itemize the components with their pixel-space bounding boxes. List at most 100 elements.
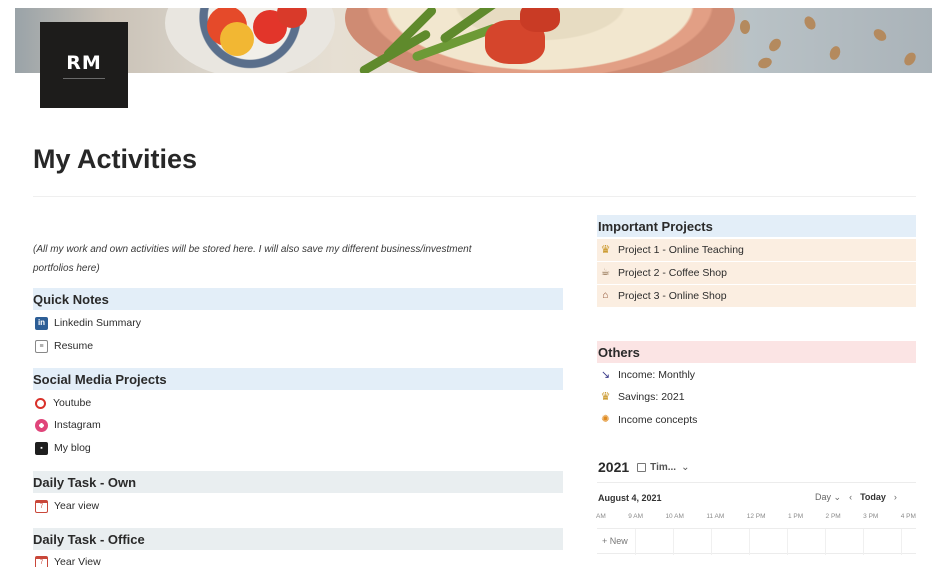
document-icon: ≡ [35,339,48,353]
grid-line [787,529,788,555]
link-savings-2021[interactable]: ♛ Savings: 2021 [599,388,685,406]
section-title: Others [598,344,640,360]
section-title: Quick Notes [33,291,109,307]
cover-tomato [220,22,254,56]
plus-icon: + [602,536,608,546]
timeline-hours: AM 9 AM 10 AM 11 AM 12 PM 1 PM 2 PM 3 PM… [596,513,916,520]
timeline-header: 2021 Tim... ⌄ [598,459,689,475]
chevron-down-icon: ⌄ [681,461,690,473]
trophy-icon: ♛ [600,390,611,403]
timeline-view-selector[interactable]: Tim... ⌄ [637,462,689,473]
hour-label: AM [596,513,606,520]
timeline-view-label: Tim... [650,461,677,473]
cover-nut [766,36,784,54]
grid-line [825,529,826,555]
shop-icon: ⌂ [602,290,609,301]
intro-text: (All my work and own activities will be … [33,244,472,274]
section-header-daily-task-own: Daily Task - Own [33,471,563,493]
timeline-date: August 4, 2021 [598,493,662,503]
grid-line [901,529,902,555]
calendar-icon: 7 [35,499,48,513]
project-row-coffee-shop[interactable]: ☕ Project 2 - Coffee Shop [597,262,916,284]
section-title: Daily Task - Own [33,474,137,490]
cover-nut [871,26,889,44]
chevron-down-icon: ⌄ [833,492,842,502]
hour-label: 1 PM [787,513,804,520]
link-income-concepts[interactable]: ✺ Income concepts [599,411,697,429]
hour-label: 12 PM [746,513,766,520]
linkedin-icon: in [35,316,48,330]
section-title: Daily Task - Office [33,531,145,547]
item-label: Year view [54,500,100,512]
page-icon-logo[interactable]: RM [40,22,128,108]
next-arrow-icon[interactable]: › [894,492,897,503]
timeline-grid[interactable] [597,528,916,555]
hour-label: 4 PM [900,513,916,520]
section-header-important-projects: Important Projects [597,215,916,237]
item-label: Savings: 2021 [618,391,685,403]
trophy-icon: ♛ [600,243,611,256]
link-instagram[interactable]: Instagram [35,416,101,434]
item-label: Resume [54,340,94,352]
item-label: Income concepts [618,414,698,426]
item-label: My blog [54,442,91,454]
link-my-blog[interactable]: ▪ My blog [35,439,91,457]
timeline-icon [637,462,647,472]
timeline-controls: Day ⌄ ‹ Today › [815,492,897,503]
link-resume[interactable]: ≡ Resume [35,337,93,355]
zoom-label: Day [815,492,832,502]
today-button[interactable]: Today [860,492,886,503]
section-header-social-media-projects: Social Media Projects [33,368,563,390]
hour-label: 11 AM [706,513,725,520]
cover-nut [802,14,818,32]
section-title: Social Media Projects [33,371,167,387]
section-header-daily-task-office: Daily Task - Office [33,528,563,550]
new-label: New [609,536,628,546]
calendar-icon: 7 [35,555,48,567]
item-label: Year View [54,556,101,567]
coffee-icon: ☕ [601,267,610,278]
project-row-online-teaching[interactable]: ♛ Project 1 - Online Teaching [597,239,916,261]
hour-label: 9 AM [628,513,643,520]
timeline-new-button[interactable]: + New [602,536,628,546]
grid-line [863,529,864,555]
youtube-icon [35,397,46,409]
zoom-dropdown[interactable]: Day ⌄ [815,492,841,503]
section-header-quick-notes: Quick Notes [33,288,563,310]
hour-label: 3 PM [863,513,879,520]
link-year-view-office[interactable]: 7 Year View [35,553,101,567]
divider [33,196,916,197]
page-title[interactable]: My Activities [33,144,197,175]
item-label: Youtube [53,397,92,409]
bulb-icon: ✺ [601,414,610,425]
grid-line [749,529,750,555]
cover-nut [756,55,774,71]
grid-line [635,529,636,555]
project-label: Project 2 - Coffee Shop [618,267,727,279]
cover-nut [827,44,843,62]
link-linkedin-summary[interactable]: in Linkedin Summary [35,314,141,332]
logo-text: RM [66,51,102,74]
cover-nut [901,50,919,68]
section-header-others: Others [597,341,916,363]
instagram-icon [35,418,48,432]
prev-arrow-icon[interactable]: ‹ [849,492,852,503]
divider [597,482,916,483]
blog-icon: ▪ [35,441,48,455]
section-title: Important Projects [598,218,713,234]
hour-label: 10 AM [665,513,684,520]
logo-underline [63,77,105,79]
project-row-online-shop[interactable]: ⌂ Project 3 - Online Shop [597,285,916,307]
cover-pepper [520,8,560,32]
link-income-monthly[interactable]: ↘ Income: Monthly [599,366,695,384]
chart-icon: ↘ [600,368,611,381]
item-label: Income: Monthly [618,369,696,381]
link-youtube[interactable]: Youtube [35,394,91,412]
grid-line [673,529,674,555]
link-year-view-own[interactable]: 7 Year view [35,497,99,515]
timeline-title[interactable]: 2021 [598,459,629,475]
grid-line [711,529,712,555]
project-label: Project 3 - Online Shop [618,290,727,302]
item-label: Linkedin Summary [54,317,141,329]
item-label: Instagram [54,419,101,431]
